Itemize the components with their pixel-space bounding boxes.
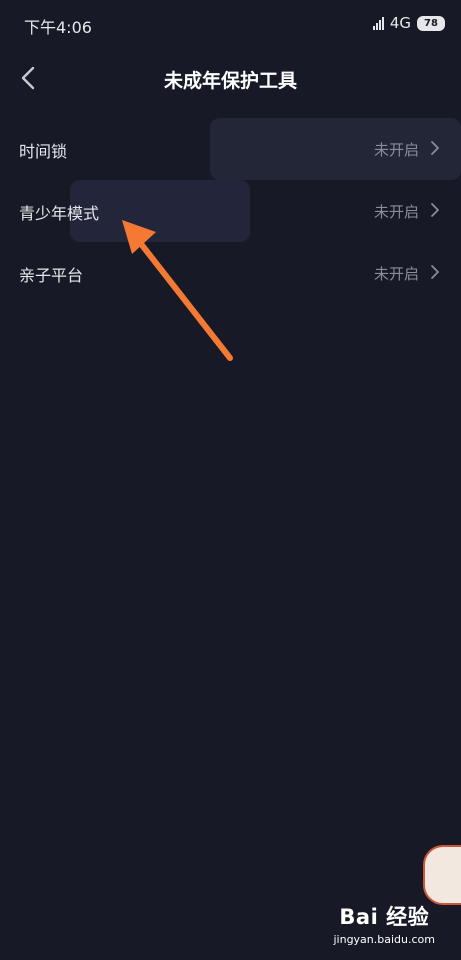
status-bar: 下午4:06 4G 78 [0, 0, 461, 50]
watermark-logo: Bai 经验 [339, 905, 430, 929]
item-status: 未开启 [373, 265, 419, 283]
signal-icon [372, 16, 384, 30]
settings-list: 时间锁 未开启 青少年模式 未开启 亲子平台 未开启 [0, 118, 461, 304]
list-item-time-lock[interactable]: 时间锁 未开启 [0, 118, 461, 180]
list-item-youth-mode[interactable]: 青少年模式 未开启 [0, 180, 461, 242]
list-item-parent-platform[interactable]: 亲子平台 未开启 [0, 242, 461, 304]
page-title: 未成年保护工具 [163, 70, 297, 92]
item-status: 未开启 [373, 203, 419, 221]
battery-level: 78 [424, 17, 438, 29]
nav-bar: 未成年保护工具 [0, 50, 461, 106]
battery-icon: 78 [417, 15, 445, 31]
mascot-sticker [423, 845, 461, 905]
item-status: 未开启 [373, 141, 419, 159]
item-label: 时间锁 [19, 142, 68, 161]
chevron-right-icon [431, 265, 439, 279]
status-time: 下午4:06 [24, 18, 92, 37]
item-label: 亲子平台 [19, 266, 84, 285]
watermark: Bai 经验 jingyan.baidu.com [333, 901, 435, 946]
app-screen: 下午4:06 4G 78 未成年保护工具 时间锁 未开启 青少年模式 未开启 亲… [0, 0, 461, 960]
chevron-right-icon [431, 203, 439, 217]
watermark-url: jingyan.baidu.com [333, 933, 435, 946]
chevron-right-icon [431, 141, 439, 155]
item-label: 青少年模式 [19, 204, 100, 223]
network-type: 4G [389, 14, 411, 32]
status-right: 4G 78 [372, 14, 445, 32]
